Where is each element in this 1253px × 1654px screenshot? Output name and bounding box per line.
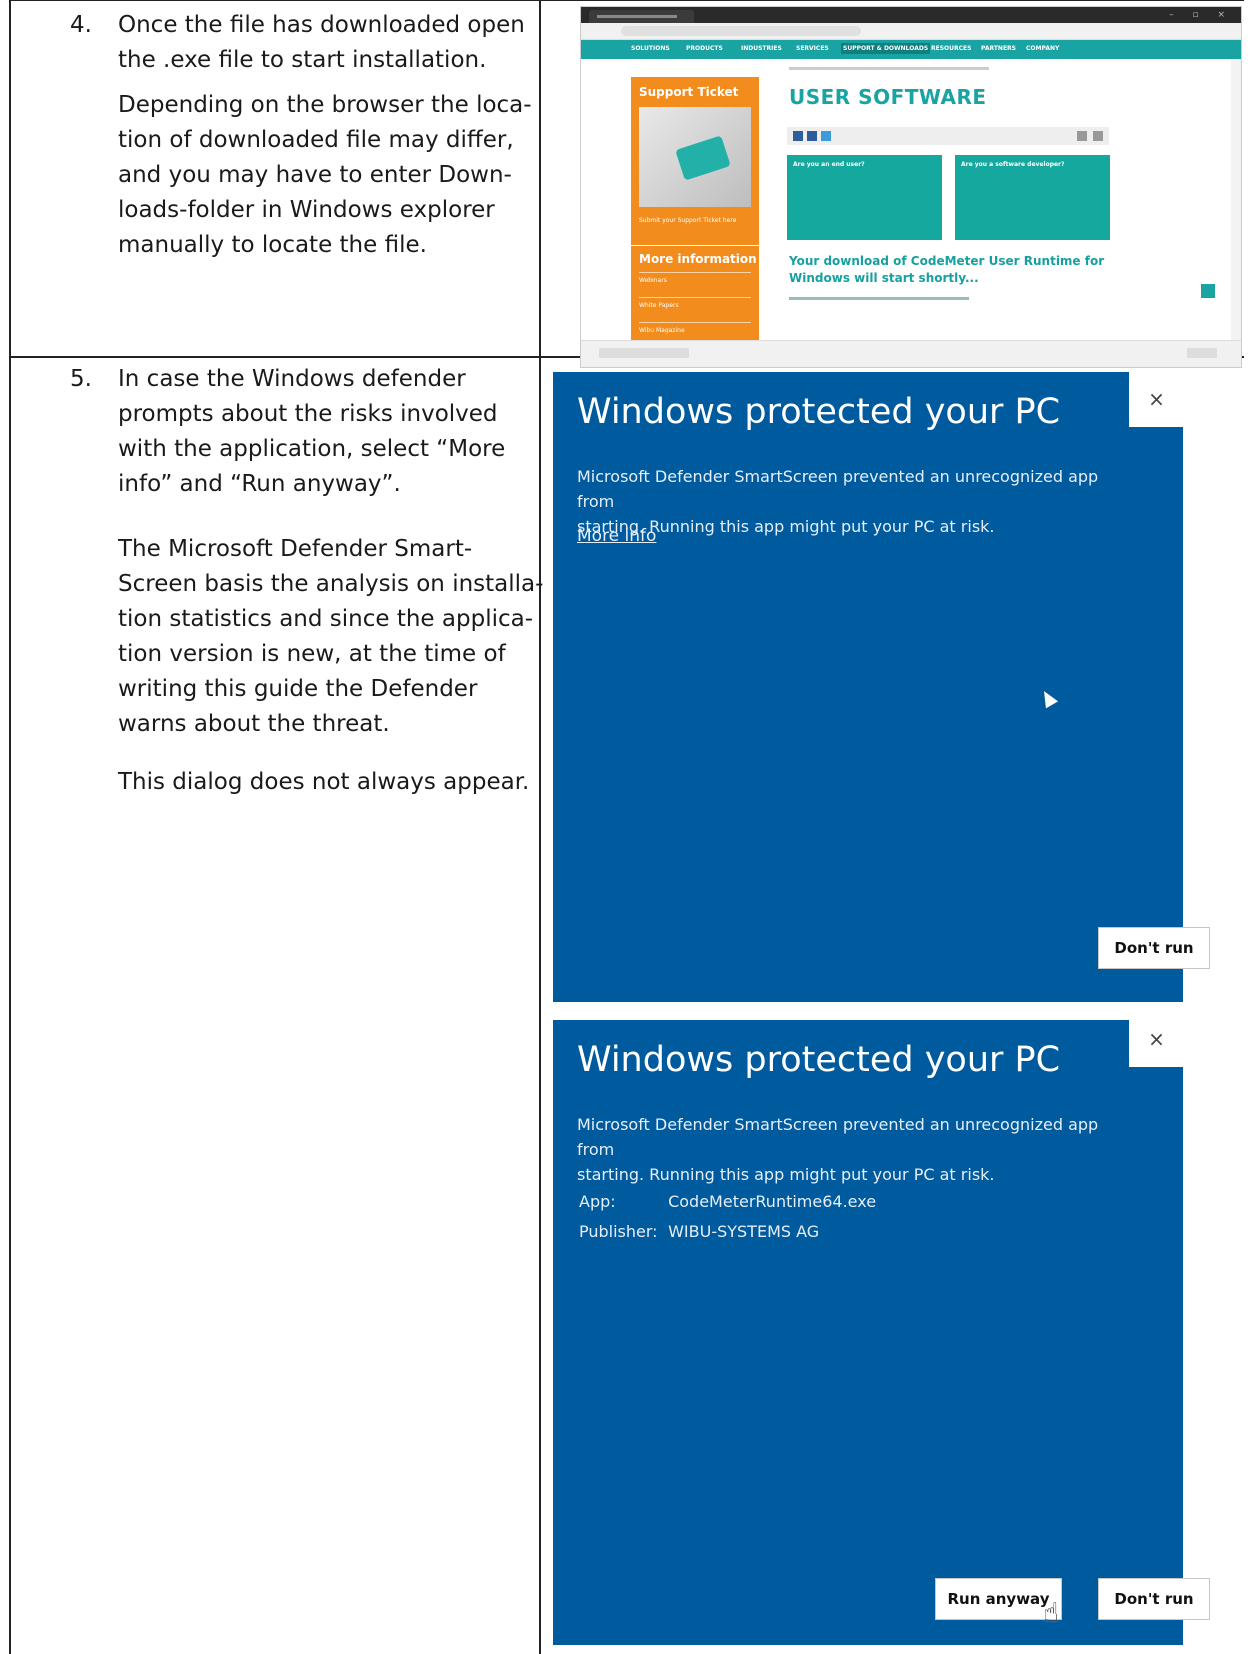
browser-tab-bar: – ▫ × [581, 7, 1241, 23]
nav-item[interactable]: SOLUTIONS [631, 45, 670, 52]
dialog-title: Windows protected your PC [577, 1040, 1061, 1080]
step-number: 4. [70, 12, 92, 38]
step-5-note: The Microsoft Defender Smart- Screen bas… [118, 536, 544, 737]
scroll-top-icon[interactable] [1201, 284, 1215, 298]
end-user-card[interactable]: Are you an end user? [787, 155, 942, 240]
scrollbar[interactable] [1231, 59, 1241, 341]
defender-dialog-1: Windows protected your PC Microsoft Defe… [553, 372, 1210, 1002]
nav-item[interactable]: SERVICES [796, 45, 829, 52]
publisher-label: Publisher: [579, 1222, 658, 1241]
table-left-border [9, 0, 11, 1654]
dialog-title: Windows protected your PC [577, 392, 1061, 432]
app-label: App: [579, 1192, 616, 1211]
download-bar [581, 340, 1241, 367]
page-title: USER SOFTWARE [789, 85, 987, 109]
mouse-cursor-icon [1037, 687, 1059, 709]
more-info-item[interactable]: Webinars [639, 272, 751, 284]
browser-screenshot: – ▫ × SOLUTIONS PRODUCTS INDUSTRIES SERV… [580, 6, 1242, 368]
twitter-icon[interactable] [821, 131, 831, 141]
developer-card[interactable]: Are you a software developer? [955, 155, 1110, 240]
step-instruction: In case the Windows defender prompts abo… [118, 366, 506, 497]
show-all-button[interactable] [1187, 348, 1217, 358]
defender-dialog-2: Windows protected your PC Microsoft Defe… [553, 1020, 1210, 1645]
address-bar [581, 23, 1241, 40]
url-field[interactable] [621, 26, 861, 36]
close-icon[interactable]: × [1129, 372, 1184, 427]
breadcrumb [789, 67, 989, 70]
support-ticket-link[interactable]: Submit your Support Ticket here [639, 217, 736, 224]
dialog-message: Microsoft Defender SmartScreen prevented… [577, 1115, 1099, 1184]
dont-run-button[interactable]: Don't run [1098, 1578, 1210, 1620]
nav-item[interactable]: RESOURCES [931, 45, 971, 52]
step-4-note: Depending on the browser the loca- tion … [118, 92, 532, 258]
more-info-link[interactable]: More info [577, 526, 656, 546]
dont-run-button[interactable]: Don't run [1098, 927, 1210, 969]
nav-item[interactable]: INDUSTRIES [741, 45, 782, 52]
nav-item[interactable]: PARTNERS [981, 45, 1016, 52]
linkedin-icon[interactable] [807, 131, 817, 141]
page-main: USER SOFTWARE Are you an end user? Are y… [777, 59, 1217, 341]
browser-tab[interactable] [589, 10, 694, 23]
step-number: 5. [70, 366, 92, 392]
close-icon[interactable]: × [1129, 1012, 1184, 1067]
hand-cursor-icon: ☝ [1043, 1598, 1059, 1628]
download-help-link[interactable] [789, 297, 969, 300]
dialog-message: Microsoft Defender SmartScreen prevented… [577, 467, 1099, 536]
window-controls[interactable]: – ▫ × [1169, 10, 1233, 20]
nav-item[interactable]: PRODUCTS [686, 45, 723, 52]
step-instruction: Once the file has downloaded open the .e… [118, 12, 525, 73]
facebook-icon[interactable] [793, 131, 803, 141]
download-message: Your download of CodeMeter User Runtime … [789, 254, 1105, 285]
email-icon[interactable] [1093, 131, 1103, 141]
app-row: App: CodeMeterRuntime64.exe [579, 1192, 876, 1211]
support-sidebar: Support Ticket Submit your Support Ticke… [631, 77, 759, 342]
nav-item[interactable]: SUPPORT & DOWNLOADS [841, 43, 931, 54]
keyboard-image [639, 107, 751, 207]
more-info-item[interactable]: Wibu Magazine [639, 322, 751, 334]
step-5-note-2: This dialog does not always appear. [118, 769, 530, 795]
support-ticket-title[interactable]: Support Ticket [639, 85, 738, 99]
web-page: Support Ticket Submit your Support Ticke… [581, 59, 1241, 342]
site-nav: SOLUTIONS PRODUCTS INDUSTRIES SERVICES S… [581, 40, 1241, 60]
publisher-row: Publisher: WIBU-SYSTEMS AG [579, 1222, 819, 1241]
share-bar [787, 127, 1109, 145]
table-top-border [9, 0, 1244, 1]
app-value: CodeMeterRuntime64.exe [668, 1192, 877, 1211]
downloaded-file-item[interactable] [599, 348, 689, 358]
nav-item[interactable]: COMPANY [1026, 45, 1059, 52]
more-info-title: More information [639, 252, 757, 266]
more-info-item[interactable]: White Papers [639, 297, 751, 309]
publisher-value: WIBU-SYSTEMS AG [668, 1222, 820, 1241]
print-icon[interactable] [1077, 131, 1087, 141]
